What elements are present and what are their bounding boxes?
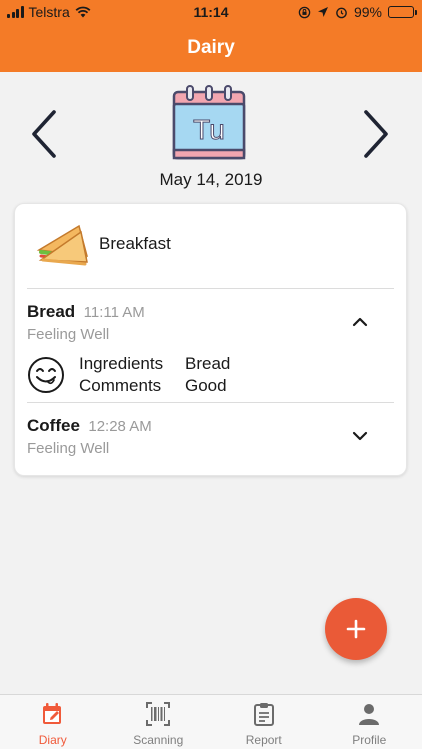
- tab-scanning[interactable]: Scanning: [106, 695, 212, 749]
- person-icon: [359, 704, 380, 725]
- tab-label: Diary: [38, 733, 67, 747]
- tab-label: Scanning: [133, 733, 184, 747]
- calendar-edit-icon: [42, 703, 61, 724]
- nav-bar: Dairy: [0, 24, 422, 72]
- tab-profile[interactable]: Profile: [317, 695, 422, 749]
- calendar-icon[interactable]: Tu: [170, 84, 248, 162]
- tab-label: Report: [245, 733, 282, 747]
- date-label: May 14, 2019: [159, 170, 263, 189]
- divider: [27, 288, 394, 289]
- food-entry-coffee[interactable]: Coffee 12:28 AM Feeling Well: [27, 416, 394, 478]
- chevron-left-icon[interactable]: [24, 104, 64, 164]
- battery-icon: [388, 6, 417, 18]
- sandwich-icon: [36, 224, 89, 266]
- tab-label: Profile: [352, 733, 387, 747]
- barcode-icon: [146, 702, 171, 726]
- clipboard-icon: [253, 703, 274, 726]
- chevron-right-icon[interactable]: [356, 104, 396, 164]
- alarm-icon: [336, 7, 347, 18]
- calendar-day-text: Tu: [193, 114, 225, 145]
- entry-time: 12:28 AM: [88, 418, 152, 435]
- meal-title: Breakfast: [99, 234, 171, 253]
- comments-label: Comments: [79, 376, 162, 395]
- page-title: Dairy: [187, 37, 235, 58]
- status-bar: Telstra 11:14 99%: [0, 0, 422, 24]
- entry-time: 11:11 AM: [83, 304, 145, 321]
- add-entry-button[interactable]: [325, 598, 387, 660]
- tab-bar: Diary Scanning Report Profile: [0, 694, 422, 749]
- meal-card: Breakfast Bread 11:11 AM Feeling Well In…: [14, 203, 407, 476]
- tab-report[interactable]: Report: [211, 695, 317, 749]
- chevron-up-icon[interactable]: [350, 312, 370, 332]
- divider: [27, 402, 394, 403]
- tab-diary[interactable]: Diary: [0, 695, 106, 749]
- entry-name: Bread: [27, 302, 76, 321]
- entry-status: Feeling Well: [27, 326, 110, 343]
- battery-percent: 99%: [353, 4, 382, 20]
- entry-name: Coffee: [27, 416, 80, 435]
- chevron-down-icon[interactable]: [350, 426, 370, 446]
- comments-value: Good: [185, 376, 227, 395]
- location-icon: [317, 7, 328, 17]
- entry-details: Ingredients Bread Comments Good: [27, 352, 327, 402]
- entry-status: Feeling Well: [27, 440, 110, 457]
- ingredients-label: Ingredients: [79, 354, 164, 373]
- status-right: 99%: [298, 4, 417, 20]
- ingredients-value: Bread: [185, 354, 231, 373]
- orientation-lock-icon: [298, 6, 311, 18]
- smiley-face-icon: [28, 357, 64, 393]
- plus-icon: [346, 619, 366, 639]
